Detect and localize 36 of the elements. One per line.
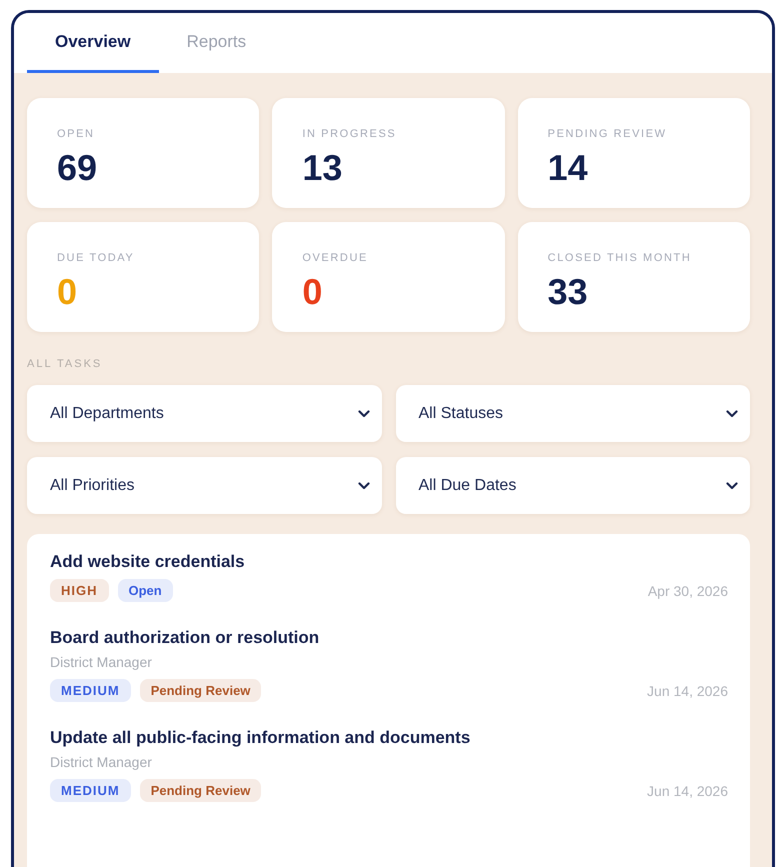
department-label: District Manager	[50, 754, 152, 770]
stat-label: CLOSED THIS MONTH	[548, 252, 692, 264]
stat-value: 0	[302, 274, 322, 310]
stat-value: 69	[57, 150, 98, 186]
tab[interactable]: Overview	[27, 13, 159, 73]
status-badge: Open	[118, 579, 173, 602]
stat-value: 14	[548, 150, 588, 186]
stat-label: DUE TODAY	[57, 252, 134, 264]
stat-value: 13	[302, 150, 342, 186]
section-heading: ALL TASKS	[27, 358, 102, 370]
status-badge: Pending Review	[140, 679, 262, 702]
chevron-down-icon	[726, 410, 738, 418]
filter-dropdown[interactable]: All Departments	[27, 385, 382, 442]
due-date: Jun 14, 2026	[647, 782, 728, 798]
filter-dropdown[interactable]: All Statuses	[396, 385, 750, 442]
stat-label: OVERDUE	[302, 252, 368, 264]
priority-badge: HIGH	[50, 579, 108, 602]
stat-label: OPEN	[57, 128, 95, 140]
chevron-down-icon	[726, 482, 738, 490]
due-date: Apr 30, 2026	[648, 582, 728, 598]
due-date: Jun 14, 2026	[647, 682, 728, 698]
stat-value: 33	[548, 274, 588, 310]
stat-value: 0	[57, 274, 78, 310]
stat-label: PENDING REVIEW	[548, 128, 667, 140]
filter-dropdown[interactable]: All Priorities	[27, 457, 382, 514]
task-title: Add website credentials	[50, 552, 245, 571]
priority-badge: MEDIUM	[50, 679, 131, 702]
department-label: District Manager	[50, 654, 152, 670]
chevron-down-icon	[358, 482, 370, 490]
task-title: Board authorization or resolution	[50, 628, 320, 647]
priority-badge: MEDIUM	[50, 779, 131, 802]
stat-label: IN PROGRESS	[302, 128, 396, 140]
filter-dropdown[interactable]: All Due Dates	[396, 457, 750, 514]
chevron-down-icon	[358, 410, 370, 418]
task-title: Update all public-facing information and documents	[50, 728, 470, 747]
status-badge: Pending Review	[140, 779, 262, 802]
